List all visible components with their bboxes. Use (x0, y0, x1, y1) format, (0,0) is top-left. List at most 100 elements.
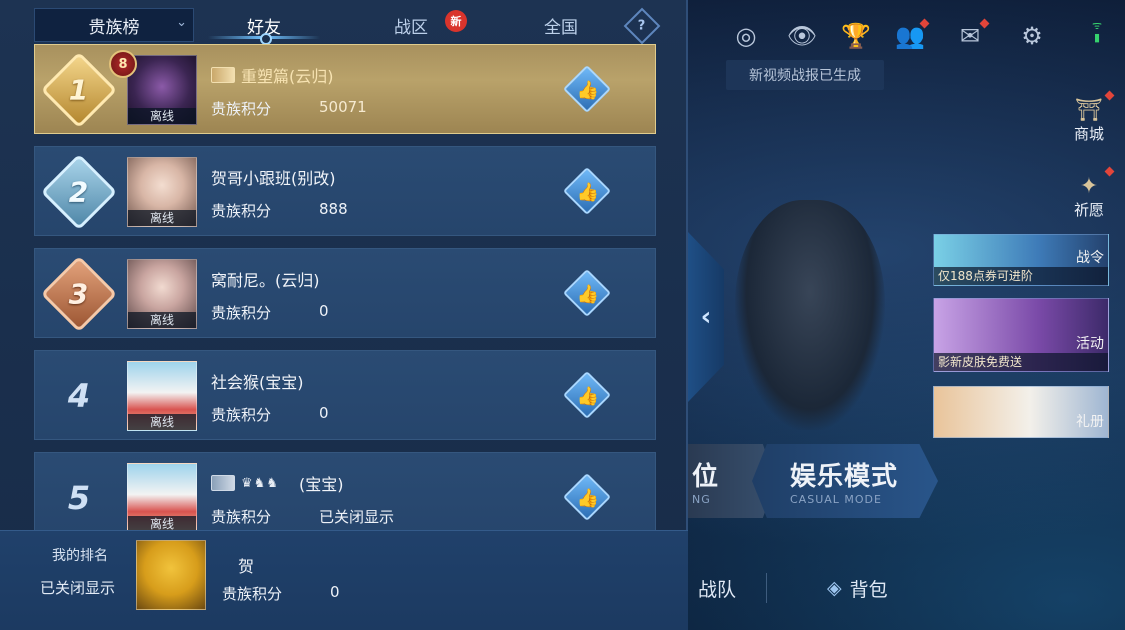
leaderboard-row[interactable]: 4 离线 社会猴(宝宝) 贵族积分 0 👍 (34, 350, 656, 440)
chevron-left-icon: ‹ (700, 302, 712, 332)
trophy-icon[interactable]: 🏆 (838, 18, 874, 54)
my-rank-bar: 我的排名 已关闭显示 贺 贵族积分 0 (0, 530, 688, 630)
like-button[interactable]: 👍 (562, 472, 612, 522)
shop-label: 商城 (1073, 125, 1104, 143)
promo-gift-book[interactable]: 礼册 (933, 386, 1109, 438)
score-label: 贵族积分 (211, 304, 272, 322)
score-value: 888 (319, 200, 348, 218)
my-name: 贺 (238, 557, 255, 576)
help-button[interactable]: ? (623, 7, 661, 45)
my-rank-label: 我的排名 (52, 548, 108, 564)
leaderboard-row[interactable]: 5 离线 ♛♞♞ (宝宝) 贵族积分 已关闭显示 👍 (34, 452, 656, 542)
like-button[interactable]: 👍 (562, 268, 612, 318)
eye-icon[interactable]: 👁 (784, 18, 820, 54)
leaderboard-tabs: 贵族榜 ⌄ 好友 战区 新 全国 ? (0, 0, 688, 45)
casual-mode-button[interactable]: 娱乐模式 CASUAL MODE (752, 444, 938, 518)
like-button[interactable]: 👍 (562, 370, 612, 420)
wifi-icon: ᯤ ▮ (1091, 19, 1103, 44)
gold-medal-icon: 1 (40, 51, 118, 129)
avatar[interactable]: 离线 (127, 361, 197, 431)
board-type-dropdown[interactable]: 贵族榜 ⌄ (34, 8, 194, 42)
my-rank-value: 已关闭显示 (40, 579, 116, 597)
notification-dot (979, 18, 990, 29)
noble-icon (211, 67, 235, 83)
tab-region[interactable]: 战区 (366, 8, 456, 42)
wish-label: 祈愿 (1073, 201, 1104, 219)
avatar[interactable]: 离线 (127, 259, 197, 329)
notification-dot (919, 18, 930, 29)
leaderboard-panel: 贵族榜 ⌄ 好友 战区 新 全国 ? 1 离线 8 重塑篇(云归) 贵族积分 5… (0, 0, 688, 630)
new-badge: 新 (445, 10, 467, 32)
notification-dot (1104, 90, 1115, 101)
tab-label: 战区 (394, 17, 428, 38)
player-name: 窝耐尼。(云归) (211, 271, 320, 290)
rank-medal: 3 (35, 249, 123, 339)
bag-label: 背包 (849, 578, 888, 601)
casual-mode-subtitle: CASUAL MODE (790, 493, 882, 506)
score-label: 贵族积分 (211, 508, 272, 526)
offline-status: 离线 (128, 210, 196, 226)
player-name: 贺哥小跟班(别改) (211, 169, 336, 188)
symbol-glyphs: ♛♞♞ (241, 475, 279, 491)
promo-caption: 影新皮肤免费送 (934, 353, 1108, 371)
score-label: 贵族积分 (211, 100, 272, 118)
avatar[interactable]: 离线 (127, 55, 197, 125)
promo-tag: 活动 (1076, 336, 1104, 352)
score-value: 50071 (319, 98, 367, 116)
score-value: 0 (319, 404, 329, 422)
chevron-down-icon: ⌄ (176, 15, 187, 30)
avatar[interactable]: 离线 (127, 463, 197, 533)
promo-battlepass[interactable]: 战令 仅188点券可进阶 (933, 234, 1109, 286)
wish-button[interactable]: ✦ 祈愿 (1063, 166, 1115, 220)
dropdown-label: 贵族榜 (88, 17, 140, 38)
shop-button[interactable]: ⛩ 商城 (1063, 90, 1115, 144)
rank-medal: 2 (35, 147, 123, 237)
offline-status: 离线 (128, 108, 196, 124)
help-icon: ? (638, 18, 646, 34)
rank-number: 4 (67, 377, 91, 415)
promo-caption: 仅188点券可进阶 (934, 267, 1108, 285)
score-label: 贵族积分 (222, 585, 283, 603)
notification-dot (1104, 166, 1115, 177)
level-badge: 8 (109, 50, 137, 78)
bottom-nav: 战队 ◈ 背包 (688, 560, 1125, 616)
bag-icon: ◈ (827, 577, 842, 599)
hero-portrait (735, 200, 885, 430)
score-value: 已关闭显示 (319, 508, 395, 526)
thumbs-up-icon: 👍 (576, 283, 600, 305)
promo-event[interactable]: 活动 影新皮肤免费送 (933, 298, 1109, 372)
my-avatar[interactable] (136, 540, 206, 610)
divider (766, 573, 768, 603)
avatar[interactable]: 离线 (127, 157, 197, 227)
score-label: 贵族积分 (211, 406, 272, 424)
offline-status: 离线 (128, 414, 196, 430)
player-name: 重塑篇(云归) (211, 63, 334, 87)
bronze-medal-icon: 3 (40, 255, 118, 333)
wish-icon: ✦ (1079, 174, 1099, 199)
mail-icon[interactable]: ✉ (952, 18, 990, 54)
score-value: 0 (319, 302, 329, 320)
target-icon[interactable]: ◎ (728, 18, 764, 54)
tab-national[interactable]: 全国 (516, 8, 606, 42)
like-button[interactable]: 👍 (562, 166, 612, 216)
like-button[interactable]: 👍 (562, 64, 612, 114)
top-toolbar: ◎ 👁 🏆 👥 ✉ ⚙ (686, 18, 1125, 58)
leaderboard-row[interactable]: 2 离线 贺哥小跟班(别改) 贵族积分 888 👍 (34, 146, 656, 236)
player-name: 社会猴(宝宝) (211, 373, 304, 392)
silver-medal-icon: 2 (40, 153, 118, 231)
bag-button[interactable]: ◈ 背包 (827, 575, 888, 602)
noble-icon (211, 475, 235, 491)
leaderboard-row[interactable]: 3 离线 窝耐尼。(云归) 贵族积分 0 👍 (34, 248, 656, 338)
offline-status: 离线 (128, 312, 196, 328)
thumbs-up-icon: 👍 (576, 385, 600, 407)
video-notice[interactable]: 新视频战报已生成 (726, 60, 884, 90)
player-name: ♛♞♞ (宝宝) (211, 471, 343, 495)
team-button[interactable]: 战队 (698, 575, 736, 602)
promo-tag: 战令 (1076, 250, 1104, 266)
gear-icon[interactable]: ⚙ (1014, 18, 1050, 54)
leaderboard-row[interactable]: 1 离线 8 重塑篇(云归) 贵族积分 50071 👍 (34, 44, 656, 134)
promo-tag: 礼册 (1076, 414, 1104, 430)
team-label: 战队 (698, 578, 737, 601)
thumbs-up-icon: 👍 (576, 487, 600, 509)
friends-icon[interactable]: 👥 (892, 18, 930, 54)
